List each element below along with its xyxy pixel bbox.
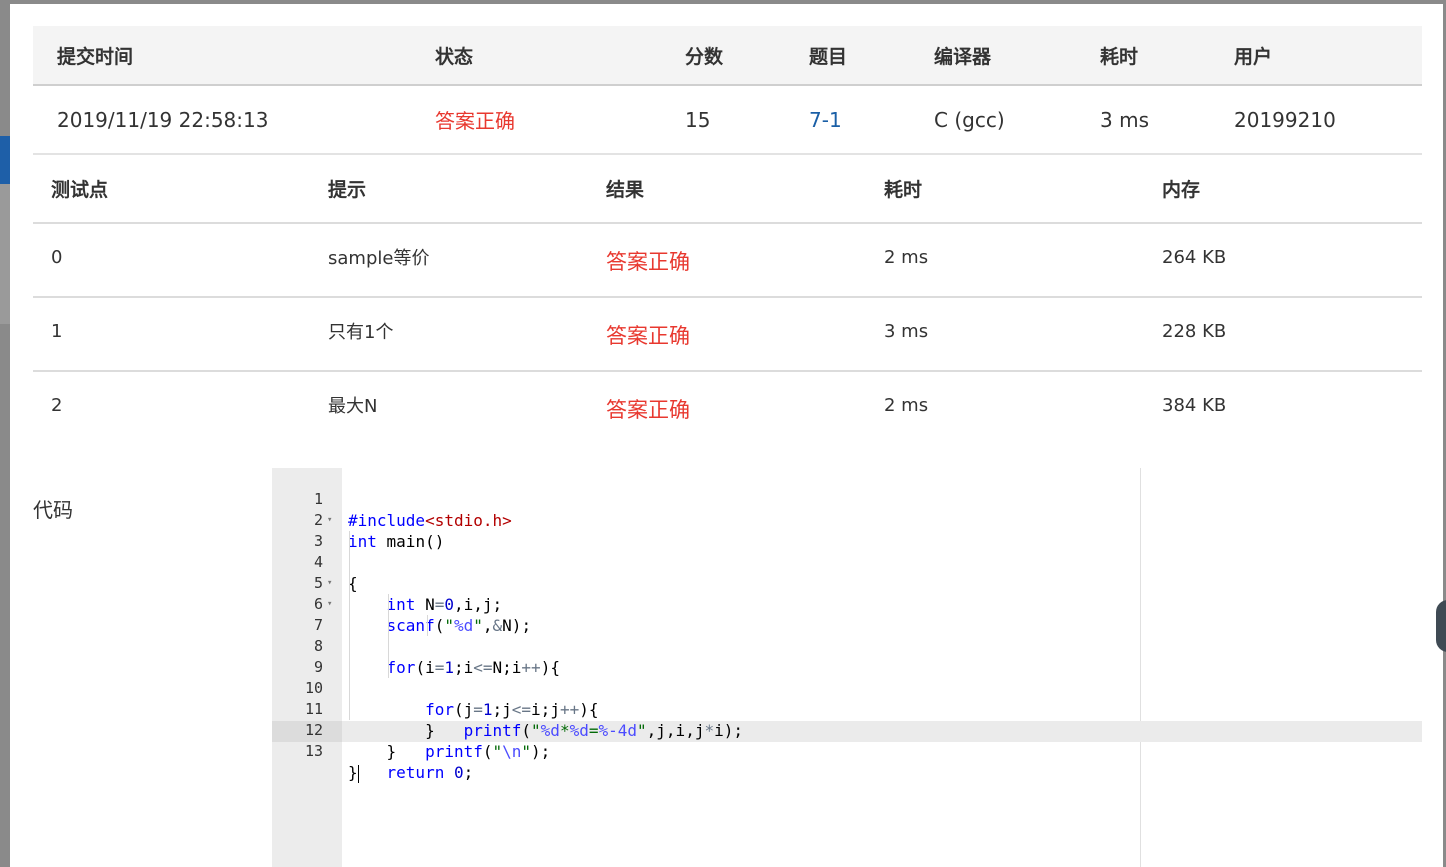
code-text: }	[348, 763, 359, 783]
code-line: 2 int main()	[272, 489, 1422, 551]
testcase-time: 2 ms	[884, 394, 929, 416]
indent-guide	[349, 678, 350, 699]
code-text: return 0;	[386, 763, 474, 782]
header-compiler: 编译器	[934, 45, 992, 68]
testcase-result: 答案正确	[606, 250, 690, 274]
fold-toggle-icon[interactable]: ▾	[327, 510, 332, 531]
indent-guide	[349, 552, 350, 573]
user-value: 20199210	[1234, 107, 1336, 132]
text-cursor	[357, 764, 359, 783]
indent-guide	[349, 657, 350, 678]
indent-guide	[349, 636, 350, 657]
indent-guide	[388, 657, 389, 678]
code-text: }	[348, 742, 397, 761]
header-result: 结果	[606, 179, 645, 201]
header-user: 用户	[1234, 45, 1273, 68]
code-line: 8 printf("%d*%d=%-4d",j,i,j*i);	[272, 615, 1422, 740]
submission-table: 提交时间 状态 分数 题目 编译器 耗时 用户 2019/11/19 22:58…	[33, 26, 1422, 155]
header-elapsed: 耗时	[1100, 45, 1139, 68]
header-status: 状态	[435, 45, 474, 68]
problem-link[interactable]: 7-1	[809, 86, 842, 153]
code-line: 9 }	[272, 636, 1422, 740]
table-row: 2 最大N 答案正确 2 ms 384 KB	[33, 372, 1422, 444]
submission-header-row: 提交时间 状态 分数 题目 编译器 耗时 用户	[33, 26, 1422, 86]
code-line: 1 #include<stdio.h>	[272, 468, 1422, 530]
backdrop-top	[0, 0, 1446, 4]
testcase-hint: sample等价	[328, 248, 430, 269]
line-number: 13	[304, 742, 323, 760]
header-testcase: 测试点	[51, 179, 109, 201]
code-line: 11 }	[272, 678, 1422, 761]
code-line: 5 scanf("%d",&N);	[272, 552, 1422, 635]
testcase-time: 3 ms	[884, 320, 929, 342]
header-case-time: 耗时	[884, 179, 923, 201]
indent-guide	[388, 636, 389, 657]
testcase-id: 1	[51, 320, 63, 342]
testcase-memory: 264 KB	[1162, 246, 1227, 268]
code-line: 3 ▾ {	[272, 510, 1422, 593]
code-line: 4 int N=0,i,j;	[272, 531, 1422, 614]
indent-guide	[349, 594, 350, 615]
fold-toggle-icon[interactable]: ▾	[327, 594, 332, 615]
code-label: 代码	[33, 498, 73, 522]
code-line: 13 }	[272, 720, 1422, 783]
indent-guide	[388, 615, 389, 636]
indent-guide	[349, 615, 350, 636]
testcase-hint: 最大N	[328, 396, 378, 417]
testcase-header-row: 测试点 提示 结果 耗时 内存	[33, 155, 1422, 224]
floating-scroll-button[interactable]	[1436, 600, 1446, 652]
code-line: 6 ▾ for(i=1;i<=N;i++){	[272, 573, 1422, 677]
header-hint: 提示	[328, 179, 367, 201]
indent-guide	[388, 594, 389, 615]
code-line: 7 ▾ for(j=1;j<=i;j++){	[272, 594, 1422, 719]
indent-guide	[349, 531, 350, 552]
testcase-table: 测试点 提示 结果 耗时 内存 0 sample等价 答案正确 2 ms 264…	[33, 155, 1422, 444]
status-badge: 答案正确	[435, 109, 515, 133]
code-lines[interactable]: 1 #include<stdio.h> 2 int main() 3 ▾ { 4…	[272, 468, 1422, 783]
fold-toggle-icon[interactable]: ▾	[327, 573, 332, 594]
table-row: 0 sample等价 答案正确 2 ms 264 KB	[33, 224, 1422, 298]
score-value: 15	[685, 107, 711, 132]
testcase-memory: 228 KB	[1162, 320, 1227, 342]
header-score: 分数	[685, 45, 724, 68]
testcase-time: 2 ms	[884, 246, 929, 268]
testcase-hint: 只有1个	[328, 322, 394, 343]
table-row: 1 只有1个 答案正确 3 ms 228 KB	[33, 298, 1422, 372]
code-line: 10 printf("\n");	[272, 657, 1422, 761]
indent-guide	[349, 573, 350, 594]
elapsed-value: 3 ms	[1100, 107, 1149, 132]
header-memory: 内存	[1162, 179, 1201, 201]
testcase-result: 答案正确	[606, 398, 690, 422]
testcase-memory: 384 KB	[1162, 394, 1227, 416]
header-problem: 题目	[809, 45, 848, 68]
code-editor[interactable]: 1 #include<stdio.h> 2 int main() 3 ▾ { 4…	[272, 468, 1422, 867]
testcase-id: 0	[51, 246, 63, 268]
submission-row: 2019/11/19 22:58:13 答案正确 15 7-1 C (gcc) …	[33, 86, 1422, 155]
submit-time: 2019/11/19 22:58:13	[57, 107, 269, 132]
indent-guide	[427, 615, 428, 636]
header-submit-time: 提交时间	[57, 45, 134, 68]
code-line: 12 return 0;	[272, 699, 1422, 782]
testcase-result: 答案正确	[606, 324, 690, 348]
indent-guide	[349, 699, 350, 720]
backdrop-left	[0, 0, 10, 867]
testcase-id: 2	[51, 394, 63, 416]
compiler-value: C (gcc)	[934, 107, 1005, 132]
